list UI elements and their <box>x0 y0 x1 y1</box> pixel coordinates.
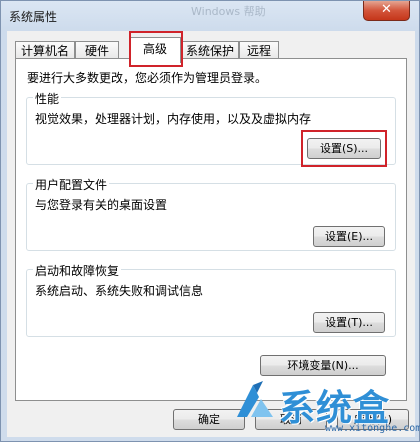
startup-recovery-description: 系统启动、系统失败和调试信息 <box>35 284 204 298</box>
system-properties-window: 系统属性 Windows 帮助 ✕ 计算机名 硬件 高级 系统保护 远程 要进行… <box>0 0 420 442</box>
startup-recovery-settings-button[interactable]: 设置(T)... <box>313 312 385 333</box>
title-bar[interactable]: 系统属性 Windows 帮助 ✕ <box>1 1 419 31</box>
advanced-tab-panel: 要进行大多数更改，您必须作为管理员登录。 性能 视觉效果，处理器计划，内存使用，… <box>15 58 407 401</box>
user-profile-settings-button[interactable]: 设置(E)... <box>313 226 385 247</box>
close-button[interactable]: ✕ <box>363 1 410 21</box>
user-profile-group: 用户配置文件 与您登录有关的桌面设置 设置(E)... <box>26 176 396 251</box>
window-title: 系统属性 <box>9 10 58 24</box>
tab-advanced-highlight <box>129 31 183 67</box>
admin-note: 要进行大多数更改，您必须作为管理员登录。 <box>27 71 268 85</box>
background-window-title: Windows 帮助 <box>191 5 266 18</box>
tab-label: 计算机名 <box>20 44 69 58</box>
performance-group: 性能 视觉效果，处理器计划，内存使用，以及及虚拟内存 设置(S)... <box>26 90 396 167</box>
watermark: 系统盒 www.xitonghe.com <box>233 377 420 441</box>
performance-group-title: 性能 <box>33 90 62 107</box>
close-icon: ✕ <box>381 2 392 17</box>
user-profile-description: 与您登录有关的桌面设置 <box>35 198 168 212</box>
startup-recovery-group-title: 启动和故障恢复 <box>33 262 122 279</box>
xitonghe-logo-icon <box>237 381 273 417</box>
startup-recovery-group: 启动和故障恢复 系统启动、系统失败和调试信息 设置(T)... <box>26 262 396 337</box>
tab-label: 远程 <box>246 44 271 58</box>
tab-label: 硬件 <box>84 44 109 58</box>
performance-description: 视觉效果，处理器计划，内存使用，以及及虚拟内存 <box>35 112 312 126</box>
tab-label: 系统保护 <box>185 44 234 58</box>
watermark-url: www.xitonghe.com <box>325 423 420 434</box>
user-profile-group-title: 用户配置文件 <box>33 176 110 193</box>
environment-variables-button[interactable]: 环境变量(N)... <box>260 355 386 376</box>
performance-settings-highlight <box>301 130 387 167</box>
